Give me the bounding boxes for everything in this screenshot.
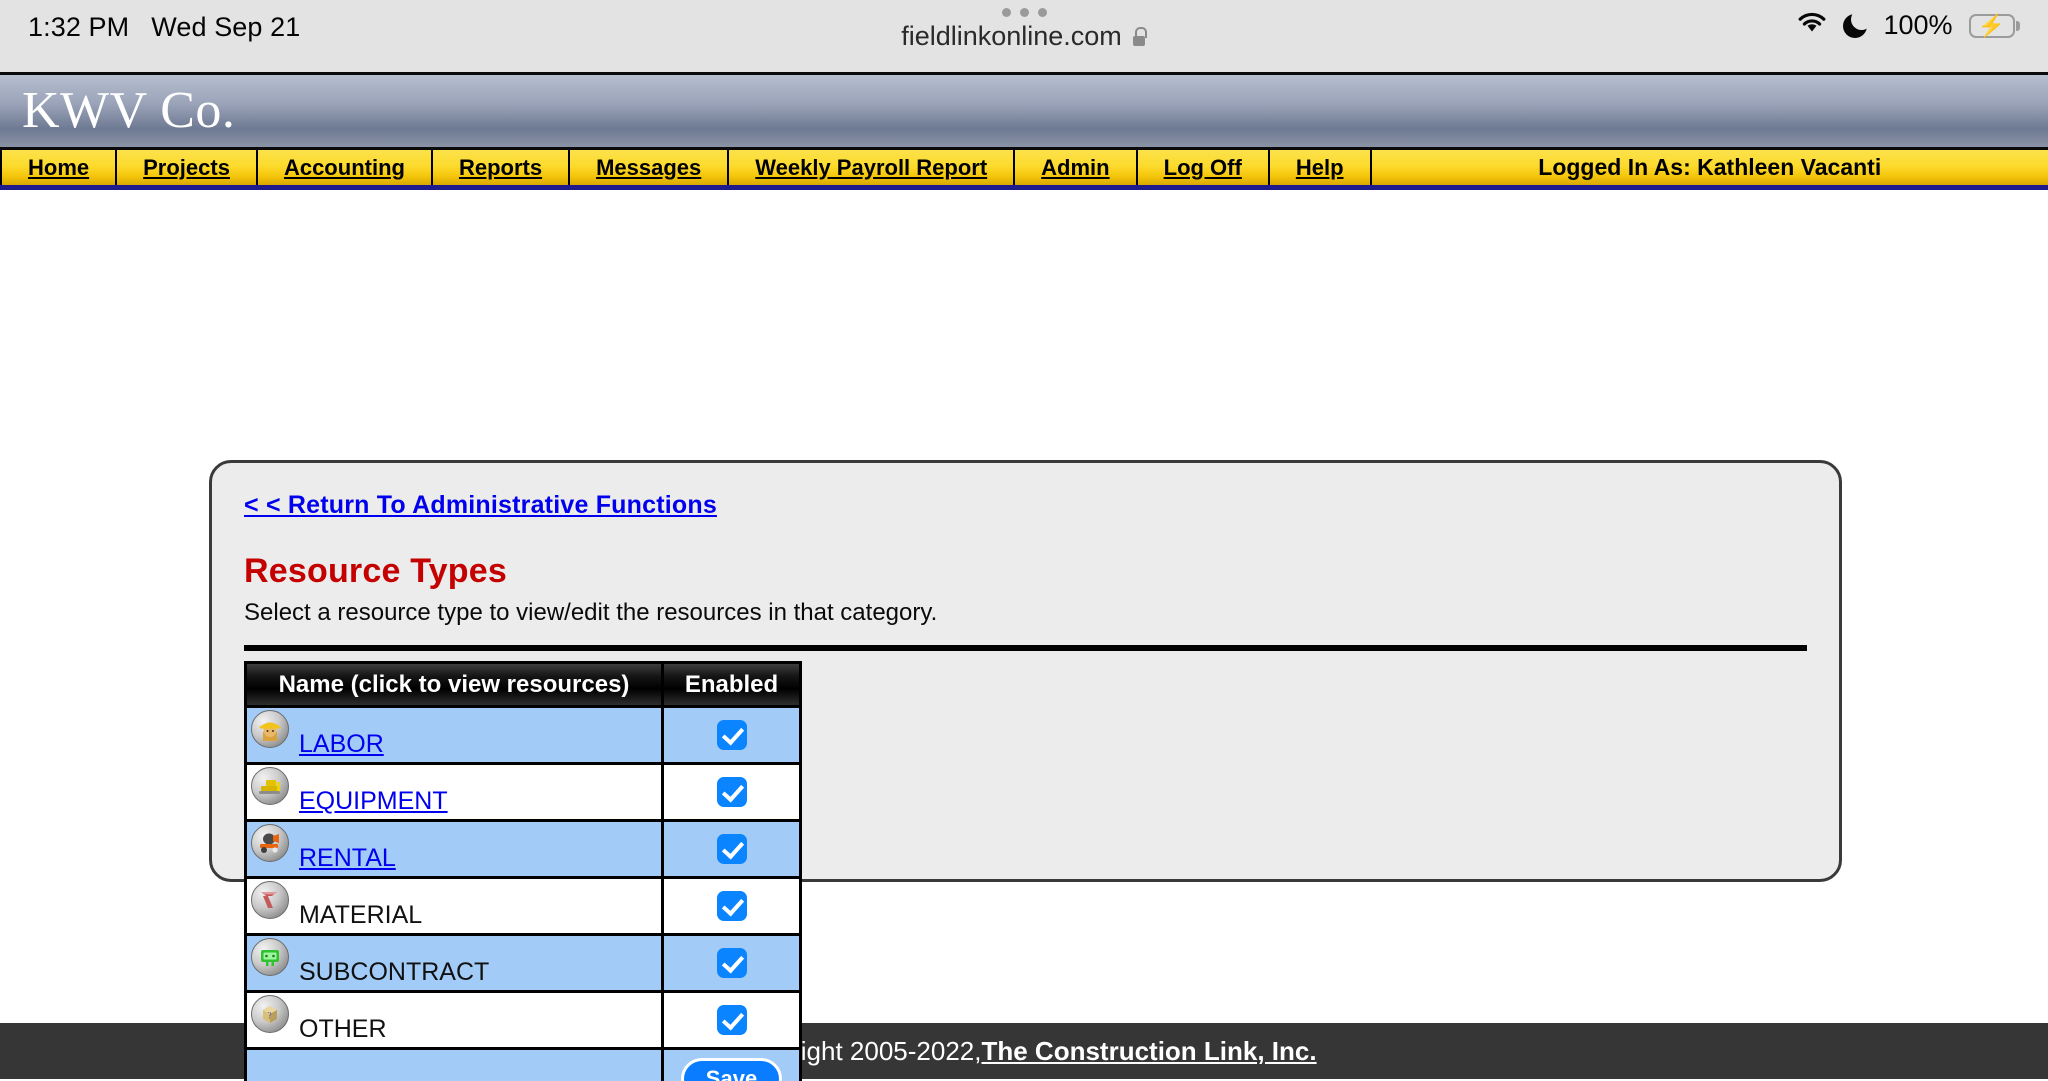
resource-name-cell-subcontract: SUBCONTRACT (247, 936, 664, 993)
enabled-checkbox-subcontract[interactable] (716, 948, 747, 978)
company-link[interactable]: The Construction Link, Inc. (981, 1036, 1316, 1067)
nav-item-reports[interactable]: Reports (433, 150, 571, 185)
resource-name-cell-other: ? OTHER (247, 993, 664, 1050)
nav-item-help[interactable]: Help (1270, 150, 1372, 185)
page-title: Resource Types (244, 552, 507, 590)
nav-item-log-off[interactable]: Log Off (1138, 150, 1270, 185)
column-header-name: Name (click to view resources) (247, 664, 664, 708)
table-header-row: Name (click to view resources) Enabled (247, 664, 799, 708)
wifi-icon (1797, 10, 1827, 41)
status-bar-right: 100% ⚡ (1797, 8, 2020, 41)
horizontal-divider (244, 645, 1807, 651)
resource-name-label: MATERIAL (299, 900, 423, 929)
enabled-cell (664, 708, 799, 765)
resource-name-label: SUBCONTRACT (299, 957, 490, 986)
enabled-checkbox-labor[interactable] (716, 720, 747, 750)
enabled-cell (664, 936, 799, 993)
question-box-icon: ? (251, 995, 289, 1033)
moon-do-not-disturb-icon (1843, 13, 1868, 38)
tab-overview-dots-icon[interactable] (1001, 8, 1047, 17)
content-panel: < < Return To Administrative Functions R… (209, 460, 1842, 1081)
enabled-checkbox-other[interactable] (716, 1005, 747, 1035)
resource-name-label: OTHER (299, 1014, 387, 1043)
address-bar[interactable]: fieldlinkonline.com (901, 21, 1148, 52)
enabled-cell (664, 879, 799, 936)
table-row: SUBCONTRACT (247, 936, 799, 993)
steel-beam-icon (251, 881, 289, 919)
resource-name-cell-labor[interactable]: LABOR (247, 708, 664, 765)
nav-item-weekly-payroll-report[interactable]: Weekly Payroll Report (729, 150, 1016, 185)
page-description: Select a resource type to view/edit the … (244, 599, 938, 626)
resource-name-cell-material: MATERIAL (247, 879, 664, 936)
status-bar-left: 1:32 PM Wed Sep 21 (28, 8, 300, 43)
resource-name-label[interactable]: LABOR (299, 730, 384, 759)
nav-item-messages[interactable]: Messages (570, 150, 730, 185)
resource-name-label[interactable]: EQUIPMENT (299, 787, 448, 816)
column-header-enabled: Enabled (664, 664, 799, 708)
nav-item-home[interactable]: Home (0, 150, 118, 185)
contract-money-icon (251, 938, 289, 976)
resource-types-table: Name (click to view resources) Enabled L… (244, 661, 802, 1081)
save-button[interactable]: Save (680, 1057, 783, 1081)
nav-item-projects[interactable]: Projects (117, 150, 258, 185)
enabled-cell (664, 822, 799, 879)
resource-name-cell-equipment[interactable]: EQUIPMENT (247, 765, 664, 822)
table-row: LABOR (247, 708, 799, 765)
table-row: EQUIPMENT (247, 765, 799, 822)
resource-name-cell-rental[interactable]: RENTAL (247, 822, 664, 879)
return-to-admin-link[interactable]: < < Return To Administrative Functions (244, 491, 717, 520)
nav-item-admin[interactable]: Admin (1015, 150, 1138, 185)
table-footer-row: Save (247, 1050, 799, 1081)
table-row: MATERIAL (247, 879, 799, 936)
ios-status-bar: 1:32 PM Wed Sep 21 fieldlinkonline.com 1… (0, 0, 2048, 72)
main-navigation: Home Projects Accounting Reports Message… (0, 150, 2048, 190)
save-cell: Save (664, 1050, 799, 1081)
logged-in-user-label: Logged In As: Kathleen Vacanti (1538, 154, 1882, 180)
enabled-checkbox-rental[interactable] (716, 834, 747, 864)
clock-time: 1:32 PM (28, 12, 130, 42)
cement-mixer-icon (251, 824, 289, 862)
nav-item-accounting[interactable]: Accounting (258, 150, 433, 185)
company-brand: KWV Co. (22, 82, 236, 139)
address-bar-url: fieldlinkonline.com (901, 21, 1122, 51)
svg-text:?: ? (268, 1011, 272, 1021)
enabled-checkbox-material[interactable] (716, 891, 747, 921)
enabled-cell (664, 765, 799, 822)
resource-name-label[interactable]: RENTAL (299, 844, 396, 873)
table-row: ? OTHER (247, 993, 799, 1050)
browser-address-area: fieldlinkonline.com (0, 8, 2048, 52)
enabled-cell (664, 993, 799, 1050)
battery-charging-icon: ⚡ (1968, 13, 2020, 38)
clock-date: Wed Sep 21 (151, 12, 301, 42)
enabled-checkbox-equipment[interactable] (716, 777, 747, 807)
hard-hat-worker-icon (251, 710, 289, 748)
empty-cell (247, 1050, 664, 1081)
site-header: KWV Co. (0, 72, 2048, 150)
table-row: RENTAL (247, 822, 799, 879)
bulldozer-icon (251, 767, 289, 805)
lock-icon (1132, 27, 1148, 46)
page-body: < < Return To Administrative Functions R… (0, 190, 2048, 1081)
battery-percent: 100% (1883, 10, 1953, 40)
